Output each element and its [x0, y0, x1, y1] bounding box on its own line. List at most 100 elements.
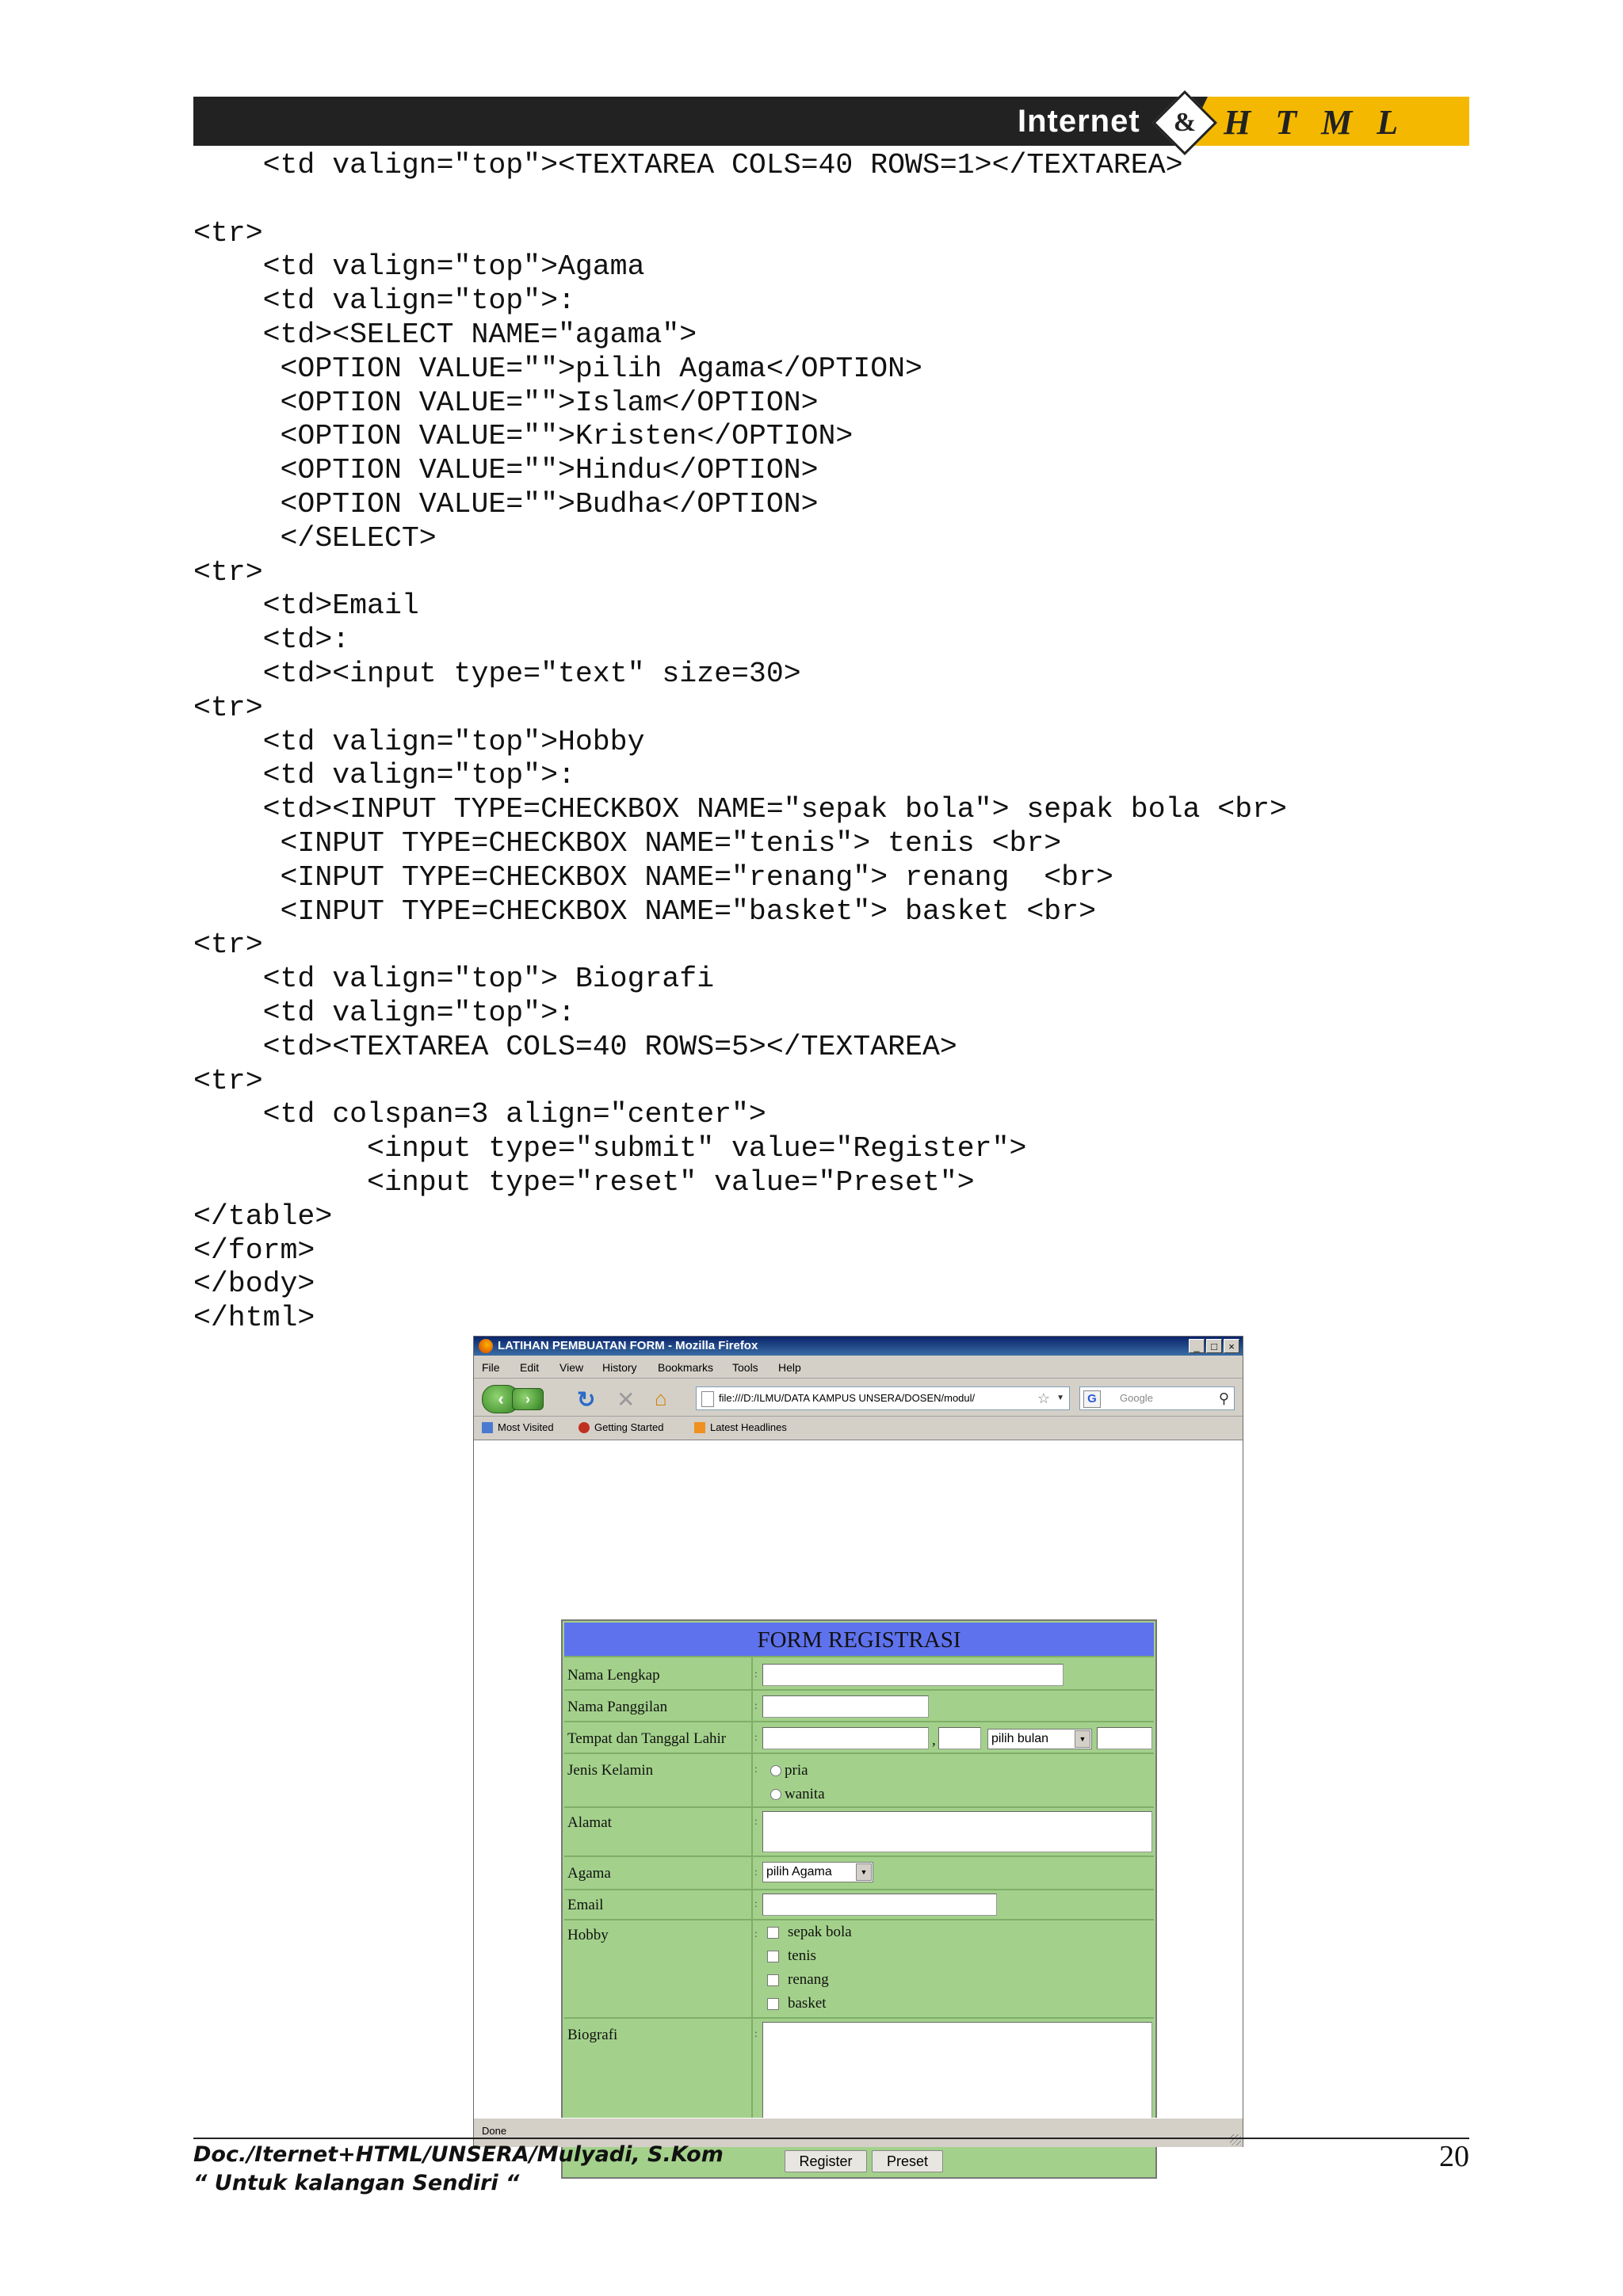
code-line: <td>Email	[193, 589, 419, 623]
radio-pria-label: pria	[785, 1762, 808, 1779]
browser-title: LATIHAN PEMBUATAN FORM - Mozilla Firefox	[498, 1339, 758, 1352]
code-line: <input type="submit" value="Register">	[193, 1132, 1027, 1165]
menu-tools[interactable]: Tools	[732, 1357, 758, 1378]
email-input[interactable]	[762, 1894, 997, 1916]
home-icon[interactable]: ⌂	[655, 1386, 667, 1411]
forward-arrow-icon: ›	[525, 1391, 530, 1407]
agama-select[interactable]: pilih Agama ▼	[762, 1862, 873, 1882]
row-divider	[564, 1919, 1154, 1920]
label-biografi: Biografi	[567, 2027, 618, 2043]
code-line: <OPTION VALUE="">Budha</OPTION>	[193, 487, 819, 521]
most-visited-icon	[482, 1422, 493, 1433]
code-line: <input type="reset" value="Preset">	[193, 1165, 975, 1199]
code-line: </table>	[193, 1199, 333, 1233]
code-line: <OPTION VALUE="">Hindu</OPTION>	[193, 454, 819, 487]
menu-history[interactable]: History	[602, 1357, 637, 1378]
minimize-button[interactable]: _	[1189, 1339, 1205, 1353]
nama-lengkap-input[interactable]	[762, 1664, 1064, 1686]
search-placeholder[interactable]: Google	[1120, 1387, 1153, 1409]
rss-icon	[694, 1422, 705, 1433]
bulan-select[interactable]: pilih bulan ▼	[987, 1729, 1092, 1749]
close-button[interactable]: ×	[1224, 1339, 1239, 1353]
page-icon	[701, 1391, 714, 1407]
code-line: <td valign="top">Agama	[193, 250, 645, 284]
browser-window: LATIHAN PEMBUATAN FORM - Mozilla Firefox…	[473, 1336, 1243, 2179]
code-line: <tr>	[193, 555, 263, 589]
url-text[interactable]: file:///D:/ILMU/DATA KAMPUS UNSERA/DOSEN…	[719, 1387, 1020, 1409]
stop-icon[interactable]: ✕	[617, 1386, 635, 1413]
code-line: <td><input type="text" size=30>	[193, 657, 801, 690]
radio-wanita[interactable]	[770, 1789, 781, 1800]
tempat-lahir-input[interactable]	[762, 1727, 929, 1749]
label-nama-lengkap: Nama Lengkap	[567, 1667, 660, 1684]
forward-button[interactable]: ›	[512, 1388, 544, 1410]
row-divider	[564, 1721, 1154, 1722]
code-line: <INPUT TYPE=CHECKBOX NAME="tenis"> tenis…	[193, 826, 1062, 860]
alamat-textarea[interactable]	[762, 1811, 1152, 1852]
code-line: </form>	[193, 1234, 315, 1267]
maximize-button[interactable]: □	[1206, 1339, 1222, 1353]
chevron-down-icon: ▼	[1075, 1730, 1090, 1748]
bookmark-most-visited[interactable]: Most Visited	[498, 1417, 554, 1439]
bookmark-star-icon[interactable]: ☆	[1037, 1387, 1050, 1409]
code-line: <OPTION VALUE="">pilih Agama</OPTION>	[193, 352, 922, 385]
code-line: <td><SELECT NAME="agama">	[193, 318, 697, 351]
checkbox-renang[interactable]	[767, 1974, 779, 1986]
agama-select-value: pilih Agama	[766, 1865, 832, 1878]
row-divider	[564, 1689, 1154, 1691]
reload-icon[interactable]: ↻	[577, 1386, 595, 1413]
header-amp-glyph: &	[1173, 108, 1197, 137]
menu-file[interactable]: File	[482, 1357, 500, 1378]
page-number: 20	[1439, 2140, 1469, 2173]
label-agama: Agama	[567, 1865, 611, 1882]
code-line: <td>:	[193, 624, 350, 657]
label-ttl: Tempat dan Tanggal Lahir	[567, 1730, 727, 1747]
radio-wanita-label: wanita	[785, 1786, 825, 1802]
footer-doc: Doc./Iternet+HTML/UNSERA/Mulyadi, S.Kom	[193, 2142, 724, 2167]
label-alamat: Alamat	[567, 1814, 612, 1831]
radio-pria[interactable]	[770, 1765, 781, 1776]
colon: :	[754, 1764, 758, 1775]
menu-view[interactable]: View	[559, 1357, 583, 1378]
checkbox-tenis[interactable]	[767, 1951, 779, 1962]
url-bar[interactable]: file:///D:/ILMU/DATA KAMPUS UNSERA/DOSEN…	[696, 1386, 1070, 1410]
tahun-input[interactable]	[1097, 1727, 1152, 1749]
resize-grip-icon[interactable]	[1230, 2134, 1241, 2145]
menu-edit[interactable]: Edit	[520, 1357, 539, 1378]
preset-button[interactable]: Preset	[872, 2150, 943, 2172]
colon: :	[754, 2028, 758, 2040]
firefox-icon	[479, 1339, 493, 1353]
row-divider	[564, 1753, 1154, 1754]
code-line: <td valign="top">:	[193, 996, 575, 1029]
code-line: <INPUT TYPE=CHECKBOX NAME="basket"> bask…	[193, 894, 1096, 928]
bookmark-getting-started[interactable]: Getting Started	[594, 1417, 663, 1439]
search-icon[interactable]: ⚲	[1219, 1387, 1229, 1409]
menu-help[interactable]: Help	[778, 1357, 801, 1378]
browser-titlebar: LATIHAN PEMBUATAN FORM - Mozilla Firefox…	[474, 1337, 1243, 1356]
code-line: <OPTION VALUE="">Islam</OPTION>	[193, 386, 819, 419]
checkbox-sepak-bola[interactable]	[767, 1927, 779, 1939]
register-button[interactable]: Register	[785, 2150, 867, 2172]
header-brand-internet: Internet	[1018, 104, 1140, 139]
code-line: <tr>	[193, 216, 263, 250]
footer-rule	[193, 2138, 1469, 2139]
code-line: </body>	[193, 1268, 315, 1301]
code-line: <td><TEXTAREA COLS=40 ROWS=5></TEXTAREA>	[193, 1030, 957, 1063]
colon: :	[754, 1732, 758, 1744]
google-engine-icon[interactable]: G	[1083, 1390, 1101, 1408]
footer-note: “ Untuk kalangan Sendiri “	[193, 2171, 520, 2195]
row-divider	[564, 2017, 1154, 2019]
bookmark-latest-headlines[interactable]: Latest Headlines	[710, 1417, 787, 1439]
checkbox-basket-label: basket	[788, 1995, 827, 2012]
code-line: <td valign="top"> Biografi	[193, 963, 715, 996]
search-box[interactable]: G Google ⚲	[1079, 1386, 1235, 1410]
tanggal-input[interactable]	[938, 1727, 981, 1749]
nama-panggilan-input[interactable]	[762, 1695, 929, 1718]
url-dropdown-icon[interactable]: ▼	[1056, 1387, 1064, 1409]
colon: :	[754, 1700, 758, 1712]
code-line: <INPUT TYPE=CHECKBOX NAME="renang"> rena…	[193, 860, 1113, 894]
menu-bookmarks[interactable]: Bookmarks	[658, 1357, 713, 1378]
label-email: Email	[567, 1897, 604, 1913]
code-line: <tr>	[193, 929, 263, 962]
checkbox-basket[interactable]	[767, 1998, 779, 2010]
